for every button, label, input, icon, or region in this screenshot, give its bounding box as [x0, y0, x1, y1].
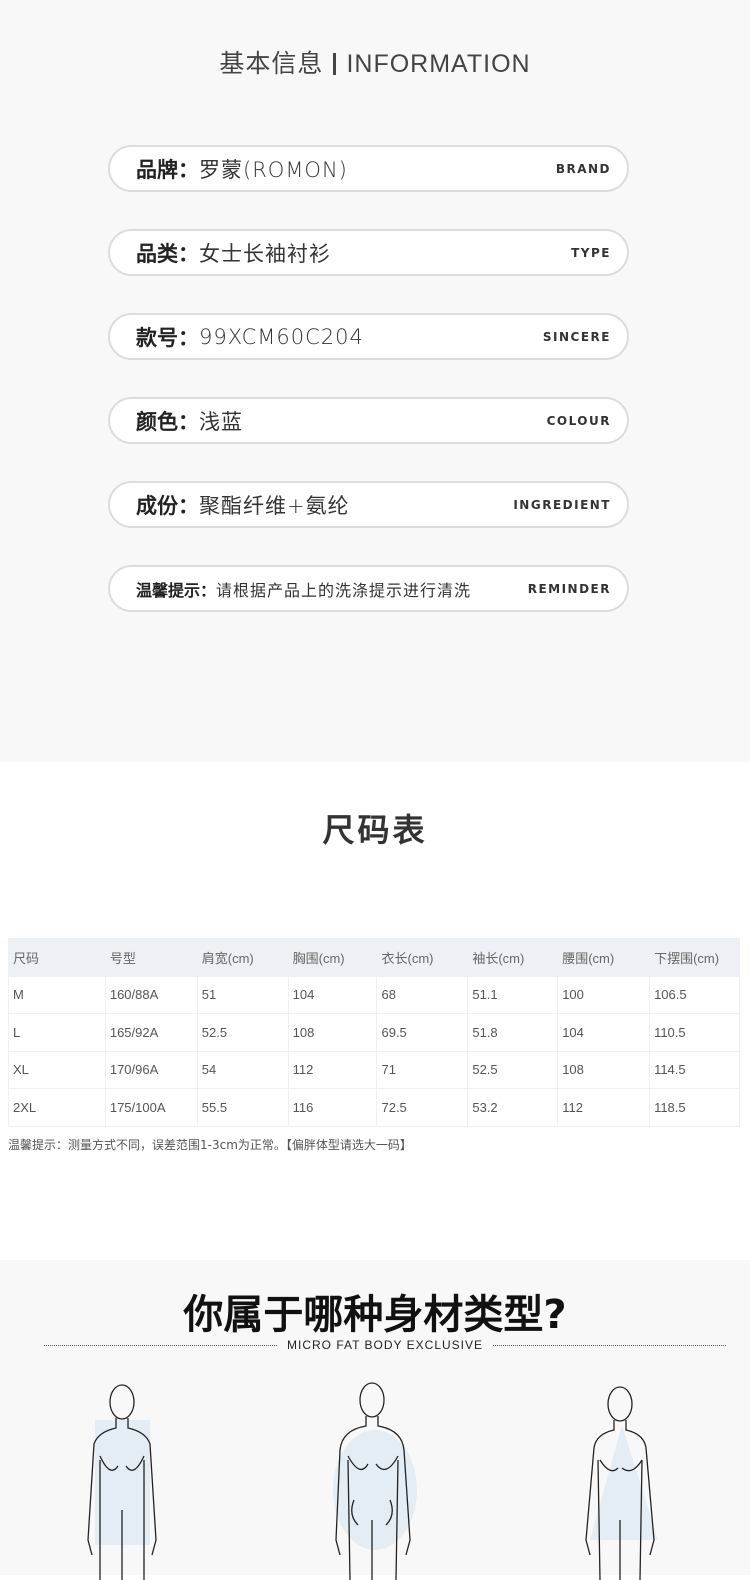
table-cell: 71 — [376, 1050, 469, 1089]
table-cell: 118.5 — [649, 1088, 740, 1127]
body-type-section: 你属于哪种身材类型? MICRO FAT BODY EXCLUSIVE — [0, 1260, 750, 1580]
table-cell: 51.8 — [467, 1013, 559, 1052]
info-label: 成份： — [136, 493, 199, 518]
table-cell: 175/100A — [104, 1088, 198, 1127]
info-label: 温馨提示： — [136, 580, 217, 600]
table-cell: L — [8, 1013, 106, 1052]
info-label-en: TYPE — [571, 245, 611, 260]
info-title-en: INFORMATION — [346, 50, 531, 78]
table-cell: 55.5 — [196, 1088, 289, 1127]
info-row: 品类： 女士长袖衬衫 TYPE — [108, 229, 629, 276]
info-label: 款号： — [136, 325, 199, 350]
table-row: XL 170/96A 54 112 71 52.5 108 114.5 — [8, 1050, 740, 1089]
info-value: 浅蓝 — [199, 409, 243, 434]
info-value: 请根据产品上的洗涤提示进行清洗 — [216, 580, 472, 600]
body-figure-rectangle-icon — [87, 1384, 157, 1580]
table-cell: 108 — [287, 1013, 378, 1052]
table-row: L 165/92A 52.5 108 69.5 51.8 104 110.5 — [8, 1013, 740, 1052]
info-label-en: COLOUR — [546, 413, 611, 428]
basic-info-section: 基本信息 INFORMATION 品牌： 罗蒙(ROMON) BRAND 品类： 女士长袖… — [0, 0, 750, 762]
table-cell: M — [8, 975, 106, 1014]
info-label-en: REMINDER — [527, 581, 611, 596]
info-label: 颜色： — [136, 409, 199, 434]
table-cell: 52.5 — [467, 1050, 559, 1089]
size-table: 尺码 号型 肩宽(cm) 胸围(cm) 衣长(cm) 袖长(cm) 腰围(cm) 下摆围(cm… — [8, 938, 740, 1127]
table-cell: 68 — [376, 975, 469, 1014]
info-value: 女士长袖衬衫 — [199, 241, 331, 266]
table-cell: 104 — [287, 975, 378, 1014]
table-cell: 108 — [557, 1050, 651, 1089]
info-value: 罗蒙(ROMON) — [199, 157, 348, 182]
table-header: 肩宽(cm) — [196, 938, 289, 977]
body-type-title: 你属于哪种身材类型? — [183, 1292, 567, 1338]
info-title: 基本信息 INFORMATION — [0, 44, 750, 80]
table-cell: 112 — [287, 1050, 378, 1089]
info-row: 品牌： 罗蒙(ROMON) BRAND — [108, 145, 629, 192]
table-cell: 165/92A — [104, 1013, 198, 1052]
table-header: 号型 — [104, 938, 198, 977]
info-row: 温馨提示： 请根据产品上的洗涤提示进行清洗 REMINDER — [108, 565, 629, 612]
info-label-en: SINCERE — [542, 329, 611, 344]
table-cell: XL — [8, 1050, 106, 1089]
table-cell: 112 — [557, 1088, 651, 1127]
info-row: 成份： 聚酯纤维+氨纶 INGREDIENT — [108, 481, 629, 528]
table-cell: 114.5 — [649, 1050, 740, 1089]
info-label: 品牌： — [136, 157, 199, 182]
table-cell: 100 — [557, 975, 651, 1014]
info-label-en: BRAND — [555, 161, 611, 176]
body-figure-pear-icon — [585, 1386, 658, 1580]
table-header: 袖长(cm) — [467, 938, 559, 977]
table-header: 胸围(cm) — [287, 938, 378, 977]
table-cell: 52.5 — [196, 1013, 289, 1052]
info-value: 聚酯纤维+氨纶 — [199, 493, 350, 518]
size-note: 温馨提示：测量方式不同，误差范围1-3cm为正常。【偏胖体型请选大一码】 — [8, 1138, 412, 1152]
table-cell: 116 — [287, 1088, 378, 1127]
subtitle-text: MICRO FAT BODY EXCLUSIVE — [286, 1338, 484, 1352]
table-cell: 170/96A — [104, 1050, 198, 1089]
divider — [333, 53, 337, 75]
body-figure-apple-icon — [333, 1382, 417, 1580]
info-row: 款号： 99XCM60C204 SINCERE — [108, 313, 629, 360]
table-cell: 72.5 — [376, 1088, 469, 1127]
info-row: 颜色： 浅蓝 COLOUR — [108, 397, 629, 444]
table-cell: 2XL — [8, 1088, 106, 1127]
table-header: 腰围(cm) — [557, 938, 651, 977]
table-cell: 69.5 — [376, 1013, 469, 1052]
table-cell: 53.2 — [467, 1088, 559, 1127]
body-type-subtitle: MICRO FAT BODY EXCLUSIVE — [44, 1338, 727, 1352]
table-cell: 51 — [196, 975, 289, 1014]
table-cell: 54 — [196, 1050, 289, 1089]
info-label: 品类： — [136, 241, 199, 266]
info-label-en: INGREDIENT — [513, 497, 611, 512]
info-title-cn: 基本信息 — [219, 49, 324, 78]
table-cell: 51.1 — [467, 975, 559, 1014]
table-cell: 110.5 — [649, 1013, 740, 1052]
table-header: 衣长(cm) — [376, 938, 469, 977]
table-row: M 160/88A 51 104 68 51.1 100 106.5 — [8, 975, 740, 1014]
size-chart-title: 尺码表 — [322, 811, 428, 849]
table-cell: 106.5 — [649, 975, 740, 1014]
table-header: 尺码 — [8, 938, 106, 977]
table-header: 下摆围(cm) — [649, 938, 740, 977]
table-row: 2XL 175/100A 55.5 116 72.5 53.2 112 118.5 — [8, 1088, 740, 1127]
info-value: 99XCM60C204 — [199, 324, 364, 349]
table-cell: 160/88A — [104, 975, 198, 1014]
table-cell: 104 — [557, 1013, 651, 1052]
